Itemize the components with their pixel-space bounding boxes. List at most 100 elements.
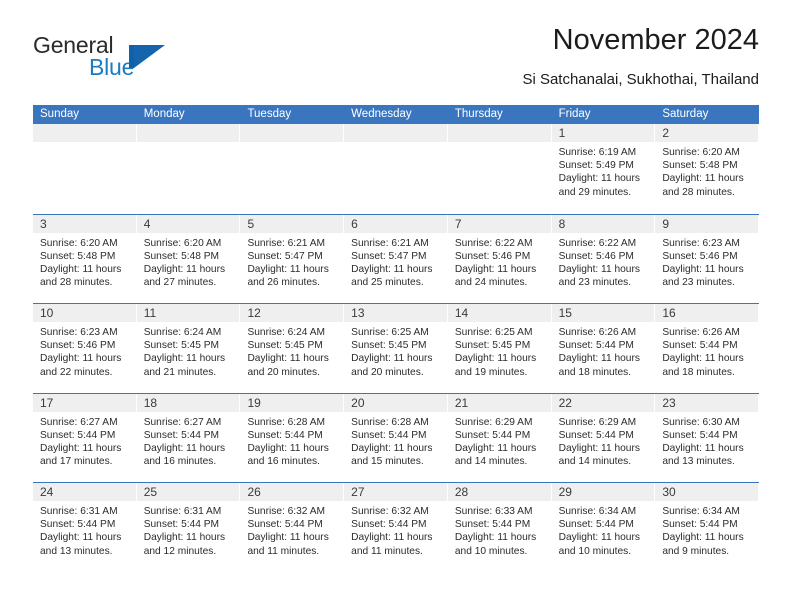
day-sun-info: Sunrise: 6:33 AM Sunset: 5:44 PM Dayligh…	[454, 506, 537, 557]
calendar-day-cell[interactable]: 4 Sunrise: 6:20 AM Sunset: 5:48 PM Daylig…	[136, 214, 241, 303]
day-number: 1	[558, 126, 566, 140]
calendar-day-cell[interactable]: 18 Sunrise: 6:27 AM Sunset: 5:44 PM Dayli…	[136, 393, 241, 482]
calendar-day-cell[interactable]: 27 Sunrise: 6:32 AM Sunset: 5:44 PM Dayli…	[344, 483, 448, 572]
day-number: 29	[558, 485, 572, 499]
calendar-week-row: 17 Sunrise: 6:27 AM Sunset: 5:44 PM Dayli…	[33, 392, 760, 482]
day-sun-info: Sunrise: 6:24 AM Sunset: 5:45 PM Dayligh…	[143, 327, 226, 378]
calendar-day-cell[interactable]: 22 Sunrise: 6:29 AM Sunset: 5:44 PM Dayli…	[551, 393, 656, 482]
day-sun-info: Sunrise: 6:27 AM Sunset: 5:44 PM Dayligh…	[40, 416, 122, 468]
day-number-band: 2	[655, 124, 760, 142]
weekday-header-tuesday: Tuesday	[247, 108, 292, 120]
calendar-day-cell[interactable]: 30 Sunrise: 6:34 AM Sunset: 5:44 PM Dayli…	[655, 483, 760, 572]
day-sun-info: Sunrise: 6:34 AM Sunset: 5:44 PM Dayligh…	[662, 506, 744, 557]
calendar-day-cell[interactable]: 17 Sunrise: 6:27 AM Sunset: 5:44 PM Dayli…	[33, 393, 137, 482]
calendar-day-cell[interactable]: 8 Sunrise: 6:22 AM Sunset: 5:46 PM Daylig…	[551, 214, 656, 303]
page-title: November 2024	[552, 24, 759, 56]
weekday-header-saturday: Saturday	[662, 108, 709, 120]
day-number: 24	[40, 485, 54, 499]
day-number: 8	[558, 216, 566, 231]
day-number: 11	[143, 306, 157, 320]
day-sun-info: Sunrise: 6:23 AM Sunset: 5:46 PM Dayligh…	[662, 237, 744, 289]
day-number: 6	[351, 216, 358, 231]
day-number-band	[447, 124, 552, 142]
calendar-day-cell[interactable]: 19 Sunrise: 6:28 AM Sunset: 5:44 PM Dayli…	[240, 393, 345, 482]
day-sun-info: Sunrise: 6:21 AM Sunset: 5:47 PM Dayligh…	[351, 237, 433, 289]
day-number: 12	[247, 306, 261, 320]
calendar-day-cell[interactable]: 3 Sunrise: 6:20 AM Sunset: 5:48 PM Daylig…	[33, 214, 137, 303]
day-number-band: 11	[136, 304, 241, 322]
day-number-band	[33, 124, 137, 142]
day-number-band: 19	[240, 393, 345, 412]
day-number-band: 24	[33, 483, 137, 501]
weekday-header-sunday: Sunday	[40, 108, 80, 120]
day-number: 28	[454, 485, 469, 499]
calendar-day-cell[interactable]: 20 Sunrise: 6:28 AM Sunset: 5:44 PM Dayli…	[344, 393, 448, 482]
day-number-band: 5	[240, 214, 345, 233]
calendar-day-cell[interactable]: 21 Sunrise: 6:29 AM Sunset: 5:44 PM Dayli…	[447, 393, 552, 482]
day-number-band: 27	[344, 483, 448, 501]
calendar-week-row: 10 Sunrise: 6:23 AM Sunset: 5:46 PM Dayli…	[33, 303, 760, 393]
day-number: 19	[247, 395, 261, 410]
calendar-day-cell[interactable]: 15 Sunrise: 6:26 AM Sunset: 5:44 PM Dayli…	[551, 304, 656, 393]
day-number-band: 6	[344, 214, 448, 233]
day-sun-info: Sunrise: 6:30 AM Sunset: 5:44 PM Dayligh…	[662, 416, 744, 468]
day-number: 25	[143, 485, 158, 499]
calendar-day-cell[interactable]: 1 Sunrise: 6:19 AM Sunset: 5:49 PM Daylig…	[551, 124, 656, 214]
calendar-day-cell[interactable]: 28 Sunrise: 6:33 AM Sunset: 5:44 PM Dayli…	[447, 483, 552, 572]
day-sun-info: Sunrise: 6:23 AM Sunset: 5:46 PM Dayligh…	[40, 327, 122, 378]
day-number-band	[240, 124, 345, 142]
calendar-day-cell[interactable]: 14 Sunrise: 6:25 AM Sunset: 5:45 PM Dayli…	[447, 304, 552, 393]
calendar-day-cell-empty	[240, 124, 345, 214]
calendar-day-cell-empty	[344, 124, 448, 214]
day-number-band: 12	[240, 304, 345, 322]
calendar-week-row: 3 Sunrise: 6:20 AM Sunset: 5:48 PM Daylig…	[33, 213, 760, 303]
day-sun-info: Sunrise: 6:32 AM Sunset: 5:44 PM Dayligh…	[247, 506, 329, 557]
day-number: 15	[558, 306, 572, 320]
day-sun-info: Sunrise: 6:34 AM Sunset: 5:44 PM Dayligh…	[558, 506, 640, 557]
day-sun-info	[240, 142, 344, 146]
day-number: 21	[454, 395, 469, 410]
calendar-grid: Sunday Monday Tuesday Wednesday Thursday…	[33, 105, 760, 572]
day-number: 23	[662, 395, 676, 410]
calendar-day-cell[interactable]: 26 Sunrise: 6:32 AM Sunset: 5:44 PM Dayli…	[240, 483, 345, 572]
day-number-band: 10	[33, 304, 137, 322]
day-number-band: 3	[33, 214, 137, 233]
day-sun-info: Sunrise: 6:22 AM Sunset: 5:46 PM Dayligh…	[558, 237, 640, 289]
day-sun-info: Sunrise: 6:28 AM Sunset: 5:44 PM Dayligh…	[247, 416, 329, 468]
day-number: 9	[662, 216, 669, 231]
day-number-band	[344, 124, 448, 142]
day-number-band: 16	[655, 304, 760, 322]
calendar-day-cell[interactable]: 6 Sunrise: 6:21 AM Sunset: 5:47 PM Daylig…	[344, 214, 448, 303]
day-number: 27	[351, 485, 365, 499]
calendar-day-cell[interactable]: 11 Sunrise: 6:24 AM Sunset: 5:45 PM Dayli…	[136, 304, 241, 393]
calendar-day-cell[interactable]: 16 Sunrise: 6:26 AM Sunset: 5:44 PM Dayli…	[655, 304, 760, 393]
brand-logo[interactable]: General Blue	[33, 32, 233, 82]
calendar-day-cell-empty	[447, 124, 552, 214]
day-number: 5	[247, 216, 255, 231]
calendar-day-cell-empty	[33, 124, 137, 214]
calendar-day-cell[interactable]: 29 Sunrise: 6:34 AM Sunset: 5:44 PM Dayli…	[551, 483, 656, 572]
day-number-band: 18	[136, 393, 241, 412]
day-number-band: 28	[447, 483, 552, 501]
day-number-band: 14	[447, 304, 552, 322]
calendar-day-cell[interactable]: 25 Sunrise: 6:31 AM Sunset: 5:44 PM Dayli…	[136, 483, 241, 572]
day-number: 26	[247, 485, 261, 499]
day-number: 17	[40, 395, 54, 410]
day-sun-info	[33, 142, 137, 146]
day-sun-info: Sunrise: 6:25 AM Sunset: 5:45 PM Dayligh…	[454, 327, 537, 378]
calendar-day-cell[interactable]: 5 Sunrise: 6:21 AM Sunset: 5:47 PM Daylig…	[240, 214, 345, 303]
calendar-day-cell[interactable]: 12 Sunrise: 6:24 AM Sunset: 5:45 PM Dayli…	[240, 304, 345, 393]
calendar-day-cell[interactable]: 24 Sunrise: 6:31 AM Sunset: 5:44 PM Dayli…	[33, 483, 137, 572]
weekday-header-row: Sunday Monday Tuesday Wednesday Thursday…	[33, 105, 759, 124]
day-sun-info: Sunrise: 6:27 AM Sunset: 5:44 PM Dayligh…	[143, 416, 226, 468]
calendar-day-cell[interactable]: 13 Sunrise: 6:25 AM Sunset: 5:45 PM Dayli…	[344, 304, 448, 393]
day-number: 20	[351, 395, 365, 410]
calendar-day-cell[interactable]: 23 Sunrise: 6:30 AM Sunset: 5:44 PM Dayli…	[655, 393, 760, 482]
calendar-day-cell[interactable]: 10 Sunrise: 6:23 AM Sunset: 5:46 PM Dayli…	[33, 304, 137, 393]
day-number: 16	[662, 306, 676, 320]
calendar-day-cell[interactable]: 2 Sunrise: 6:20 AM Sunset: 5:48 PM Daylig…	[655, 124, 760, 214]
calendar-day-cell[interactable]: 9 Sunrise: 6:23 AM Sunset: 5:46 PM Daylig…	[655, 214, 760, 303]
day-sun-info: Sunrise: 6:20 AM Sunset: 5:48 PM Dayligh…	[143, 237, 226, 289]
calendar-day-cell[interactable]: 7 Sunrise: 6:22 AM Sunset: 5:46 PM Daylig…	[447, 214, 552, 303]
weekday-header-wednesday: Wednesday	[351, 108, 412, 120]
